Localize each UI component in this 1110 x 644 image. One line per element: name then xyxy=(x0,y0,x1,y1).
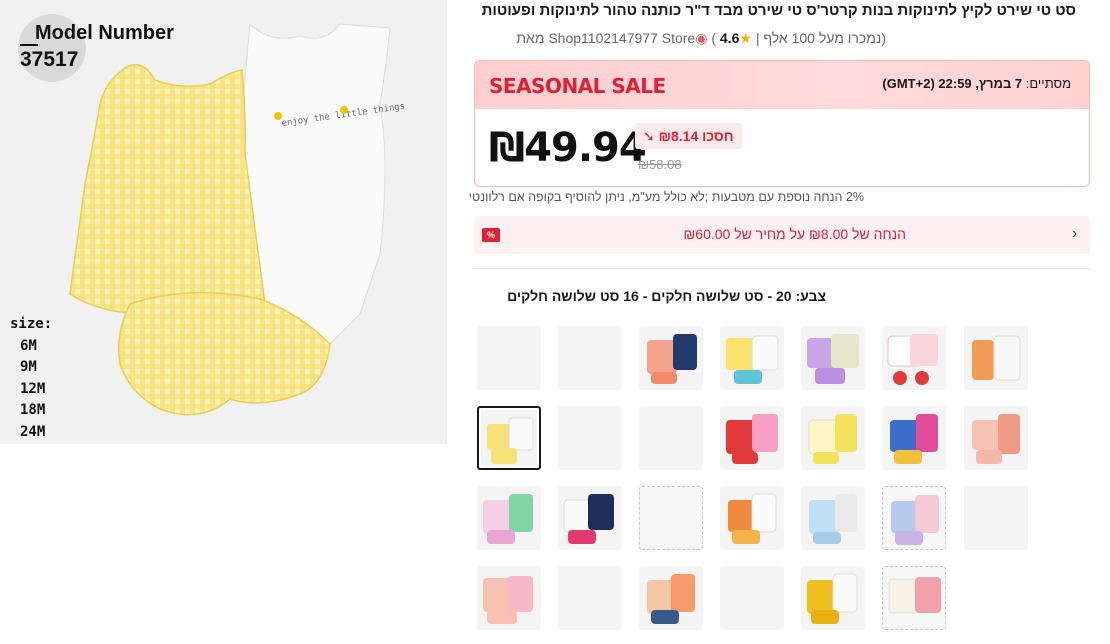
color-swatch[interactable] xyxy=(558,566,622,630)
savings-text: חסכו ₪8.14 xyxy=(658,128,734,144)
size-value: 6M xyxy=(20,337,37,354)
color-swatch[interactable] xyxy=(720,486,784,550)
color-swatch[interactable] xyxy=(964,486,1028,550)
color-swatch[interactable] xyxy=(964,326,1028,390)
chevron-right-icon[interactable]: › xyxy=(1072,225,1077,243)
color-swatch[interactable] xyxy=(720,566,784,630)
color-swatch-selected[interactable] xyxy=(477,406,541,470)
size-label: size: xyxy=(10,316,53,332)
sale-ends-time: 7 במרץ, 22:59 (GMT+2) xyxy=(882,76,1023,91)
promo-bar[interactable]: % הנחה של ₪8.00 על מחיר של ₪60.00 › xyxy=(474,216,1090,254)
color-swatch[interactable] xyxy=(477,486,541,550)
size-value: 12M xyxy=(20,380,46,397)
store-info-line: (נמכרו מעל 100 אלף | ★4.6 ) ◉Shop1102147… xyxy=(516,30,886,46)
color-swatch[interactable] xyxy=(801,486,865,550)
sale-ends-prefix: מסתיים: xyxy=(1025,76,1071,91)
savings-badge: חסכו ₪8.14 ➘ xyxy=(635,123,742,149)
color-swatch[interactable] xyxy=(558,486,622,550)
color-swatch[interactable] xyxy=(801,566,865,630)
color-swatch[interactable] xyxy=(477,566,541,630)
color-swatch[interactable] xyxy=(477,326,541,390)
color-swatch[interactable] xyxy=(964,406,1028,470)
by-label: מאת xyxy=(516,30,545,46)
model-underline xyxy=(20,44,38,46)
outfit-illustration: enjoy the little things xyxy=(69,22,406,416)
current-price: ₪49.94 xyxy=(489,125,647,171)
color-swatch[interactable] xyxy=(558,326,622,390)
promo-text: הנחה של ₪8.00 על מחיר של ₪60.00 xyxy=(683,226,906,242)
coin-discount-note: 2% הנחה נוספת עם מטבעות ;לא כולל מע"מ, נ… xyxy=(468,190,864,204)
color-swatch[interactable] xyxy=(639,566,703,630)
store-icon: ◉ xyxy=(695,30,708,46)
color-swatch[interactable] xyxy=(801,406,865,470)
color-swatch[interactable] xyxy=(882,566,946,630)
store-link[interactable]: Shop1102147977 Store xyxy=(548,30,695,46)
sold-count: (נמכרו מעל 100 אלף | xyxy=(755,30,886,46)
discount-tag-icon: % xyxy=(482,228,500,242)
size-value: 9M xyxy=(20,359,37,375)
size-value: 18M xyxy=(20,402,46,418)
color-swatch[interactable] xyxy=(558,406,622,470)
product-title: סט טי שירט לקיץ לתינוקות בנות קרטר'ס טי … xyxy=(481,2,1076,19)
color-swatch[interactable] xyxy=(882,406,946,470)
sale-label: SEASONAL SALE xyxy=(489,74,666,98)
product-main-image[interactable]: Model Number 37517 enjoy the little thin… xyxy=(0,0,447,444)
color-swatch[interactable] xyxy=(882,326,946,390)
color-swatch[interactable] xyxy=(639,486,703,550)
color-swatch[interactable] xyxy=(720,406,784,470)
size-chart-overlay: size: 6M 9M 12M 18M 24M xyxy=(10,314,52,443)
seasonal-sale-bar: SEASONAL SALE מסתיים: 7 במרץ, 22:59 (GMT… xyxy=(475,61,1089,109)
size-value: 24M xyxy=(20,423,46,440)
rating-value: 4.6 xyxy=(719,30,740,46)
divider xyxy=(474,268,1090,269)
sale-end-time: מסתיים: 7 במרץ, 22:59 (GMT+2) xyxy=(882,76,1071,91)
price-box: SEASONAL SALE מסתיים: 7 במרץ, 22:59 (GMT… xyxy=(474,60,1090,187)
color-swatch[interactable] xyxy=(801,326,865,390)
color-swatch[interactable] xyxy=(639,406,703,470)
color-selection-label: צבע: 20 - סט שלושה חלקים - 16 סט שלושה ח… xyxy=(507,288,826,304)
star-icon: ★ xyxy=(739,30,752,46)
color-swatch[interactable] xyxy=(720,326,784,390)
down-arrow-icon: ➘ xyxy=(643,128,655,144)
color-swatch[interactable] xyxy=(882,486,946,550)
original-price: ₪58.08 xyxy=(638,157,682,172)
color-swatch[interactable] xyxy=(639,326,703,390)
